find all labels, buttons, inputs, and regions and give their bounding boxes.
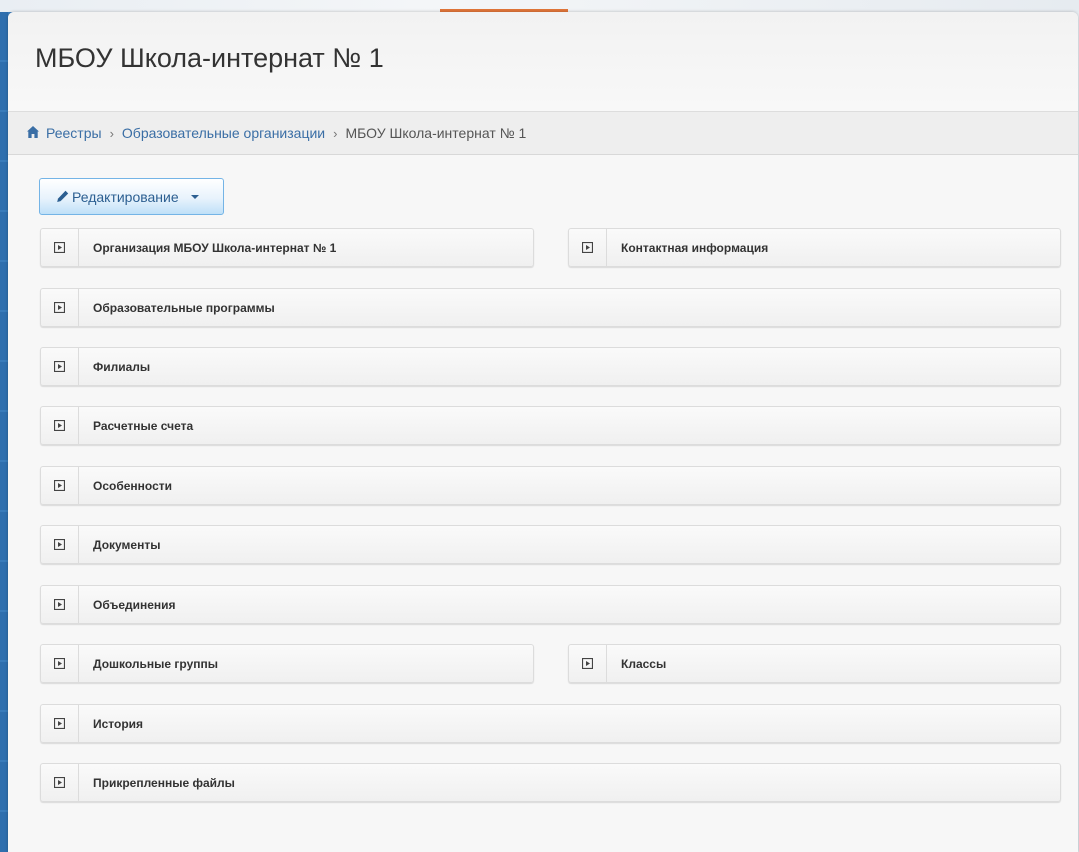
expand-icon[interactable]: [54, 539, 65, 550]
section-label: Дошкольные группы: [93, 657, 218, 671]
expand-icon[interactable]: [54, 599, 65, 610]
section-icon-cell: [569, 229, 607, 266]
pencil-icon: [57, 190, 69, 202]
breadcrumb-separator: ›: [333, 126, 338, 141]
section-label: Расчетные счета: [93, 419, 194, 433]
expand-icon[interactable]: [54, 420, 65, 431]
section-icon-cell: [41, 348, 79, 385]
section-label: Объединения: [93, 598, 176, 612]
section-bank-accounts[interactable]: Расчетные счета: [40, 406, 1061, 445]
expand-icon[interactable]: [54, 242, 65, 253]
breadcrumb-link-registries[interactable]: Реестры: [46, 125, 102, 141]
expand-icon[interactable]: [54, 361, 65, 372]
section-icon-cell: [41, 526, 79, 563]
section-organization[interactable]: Организация МБОУ Школа-интернат № 1: [40, 228, 534, 267]
section-documents[interactable]: Документы: [40, 525, 1061, 564]
page-header: МБОУ Школа-интернат № 1: [8, 12, 1078, 112]
section-icon-cell: [41, 764, 79, 801]
edit-dropdown-button[interactable]: Редактирование: [39, 178, 224, 215]
section-icon-cell: [41, 289, 79, 326]
section-attached-files[interactable]: Прикрепленные файлы: [40, 763, 1061, 802]
expand-icon[interactable]: [582, 658, 593, 669]
section-label: Образовательные программы: [93, 301, 275, 315]
expand-icon[interactable]: [54, 718, 65, 729]
home-icon[interactable]: [26, 125, 40, 139]
section-label: История: [93, 717, 144, 731]
section-educational-programs[interactable]: Образовательные программы: [40, 288, 1061, 327]
section-features[interactable]: Особенности: [40, 466, 1061, 505]
expand-icon[interactable]: [54, 777, 65, 788]
expand-icon[interactable]: [54, 302, 65, 313]
section-history[interactable]: История: [40, 704, 1061, 743]
section-contact-info[interactable]: Контактная информация: [568, 228, 1061, 267]
section-label: Филиалы: [93, 360, 151, 374]
left-navigation-strip: [0, 12, 8, 852]
section-label: Организация МБОУ Школа-интернат № 1: [93, 241, 337, 255]
edit-button-label: Редактирование: [72, 188, 179, 205]
section-icon-cell: [41, 229, 79, 266]
window-top-strip: [0, 0, 1079, 12]
section-label: Документы: [93, 538, 161, 552]
page-title: МБОУ Школа-интернат № 1: [35, 43, 384, 73]
expand-icon[interactable]: [54, 658, 65, 669]
section-classes[interactable]: Классы: [568, 644, 1061, 683]
section-icon-cell: [41, 645, 79, 682]
breadcrumb: Реестры › Образовательные организации › МБОУ…: [8, 112, 1078, 155]
section-icon-cell: [41, 586, 79, 623]
section-icon-cell: [569, 645, 607, 682]
breadcrumb-link-educational-organizations[interactable]: Образовательные организации: [122, 125, 325, 141]
breadcrumb-current: МБОУ Школа-интернат № 1: [345, 125, 527, 141]
section-preschool-groups[interactable]: Дошкольные группы: [40, 644, 534, 683]
section-label: Классы: [621, 657, 667, 671]
section-icon-cell: [41, 467, 79, 504]
section-icon-cell: [41, 705, 79, 742]
section-associations[interactable]: Объединения: [40, 585, 1061, 624]
section-label: Контактная информация: [621, 241, 769, 255]
section-label: Прикрепленные файлы: [93, 776, 235, 790]
breadcrumb-separator: ›: [109, 126, 114, 141]
section-branches[interactable]: Филиалы: [40, 347, 1061, 386]
content-panel: МБОУ Школа-интернат № 1 Реестры › Образова…: [8, 12, 1078, 852]
section-icon-cell: [41, 407, 79, 444]
expand-icon[interactable]: [54, 480, 65, 491]
caret-down-icon: [190, 194, 199, 199]
expand-icon[interactable]: [582, 242, 593, 253]
section-label: Особенности: [93, 479, 173, 493]
